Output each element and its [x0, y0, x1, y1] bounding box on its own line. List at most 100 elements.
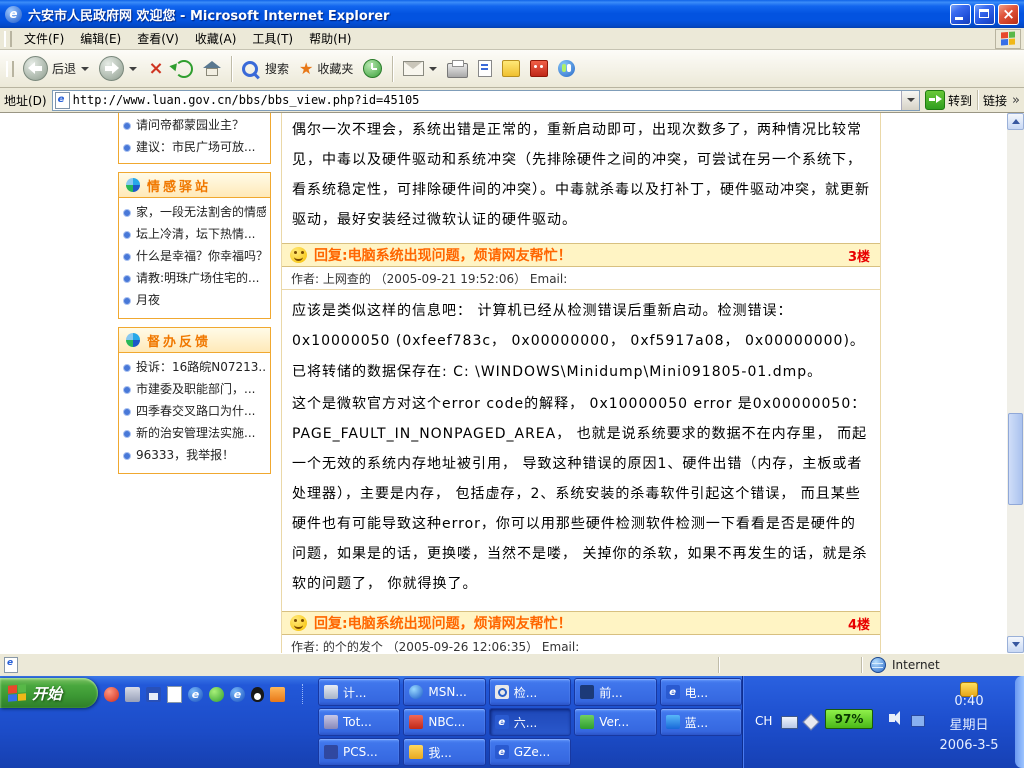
task-button[interactable]: 前...	[574, 678, 656, 706]
mail-dropdown-icon[interactable]	[429, 67, 437, 71]
taskbar: 开始 计... MSN... 检... 前... 电... Tot... NBC…	[0, 676, 1024, 768]
edit-button[interactable]	[473, 54, 497, 84]
sidebar-link[interactable]: 家，一段无法割舍的情感	[123, 201, 266, 223]
battery-indicator[interactable]: 97%	[825, 709, 873, 729]
bullet-icon	[123, 275, 131, 283]
close-button[interactable]	[998, 4, 1019, 25]
print-button[interactable]	[442, 54, 473, 84]
favorites-button[interactable]: 收藏夹	[294, 54, 358, 84]
ime-icon[interactable]	[803, 714, 820, 731]
maximize-button[interactable]	[974, 4, 995, 25]
orange-app-icon[interactable]	[270, 687, 285, 702]
scroll-down-button[interactable]	[1007, 636, 1024, 653]
task-window-icon	[580, 685, 594, 699]
task-button[interactable]: GZe...	[489, 738, 571, 766]
vertical-scrollbar[interactable]	[1007, 113, 1024, 653]
keyboard-icon[interactable]	[781, 716, 798, 729]
minimize-button[interactable]	[950, 4, 971, 25]
mail-button[interactable]	[398, 54, 442, 84]
sidebar-link[interactable]: 什么是幸福？你幸福吗？	[123, 245, 266, 267]
menu-view[interactable]: 查看(V)	[129, 28, 187, 49]
messenger-button[interactable]	[553, 54, 580, 84]
back-dropdown-icon[interactable]	[81, 67, 89, 71]
app-shortcut-icon[interactable]	[125, 687, 140, 702]
volume-icon[interactable]	[889, 714, 895, 722]
toolbar-separator	[231, 56, 232, 82]
menu-help[interactable]: 帮助(H)	[301, 28, 359, 49]
address-input[interactable]	[73, 92, 901, 109]
sidebar-link[interactable]: 新的治安管理法实施...	[123, 422, 266, 444]
menu-tools[interactable]: 工具(T)	[244, 28, 301, 49]
sidebar-link-label: 请问帝都蒙园业主？	[136, 114, 244, 136]
sidebar-link[interactable]: 坛上冷清，坛下热情...	[123, 223, 266, 245]
green-orb-icon[interactable]	[209, 687, 224, 702]
history-button[interactable]	[358, 54, 387, 84]
status-separator	[861, 657, 862, 673]
search-button[interactable]: 搜索	[237, 54, 294, 84]
status-pane	[721, 654, 859, 676]
menu-edit[interactable]: 编辑(E)	[72, 28, 129, 49]
stop-button[interactable]	[142, 54, 170, 84]
media-player-icon[interactable]	[104, 687, 119, 702]
back-button[interactable]: 后退	[18, 54, 94, 84]
sidebar-link[interactable]: 96333，我举报！	[123, 444, 266, 466]
clock[interactable]: 0:40 星期日 2006-3-5	[926, 694, 1012, 753]
menu-file[interactable]: 文件(F)	[16, 28, 72, 49]
forward-dropdown-icon[interactable]	[129, 67, 137, 71]
document-icon[interactable]	[167, 686, 182, 703]
ie-icon[interactable]	[188, 687, 203, 702]
task-button[interactable]: 我...	[403, 738, 485, 766]
task-window-icon	[666, 685, 680, 699]
address-dropdown-button[interactable]	[901, 91, 919, 110]
task-window-icon	[409, 685, 423, 699]
sidebar-list-feedback: 投诉：16路皖N07213... 市建委及职能部门，... 四季春交叉路口为什.…	[118, 353, 271, 474]
sidebar-link-label: 建议：市民广场可放...	[136, 136, 255, 158]
sidebar-link[interactable]: 月夜	[123, 289, 266, 311]
sidebar-link[interactable]: 建议：市民广场可放...	[123, 136, 266, 158]
task-button[interactable]: 计...	[318, 678, 400, 706]
bullet-icon	[123, 231, 131, 239]
triangle-up-icon	[1012, 119, 1020, 124]
bullet-icon	[123, 386, 131, 394]
qq-icon[interactable]	[251, 687, 264, 702]
toolbar-separator	[392, 56, 393, 82]
sidebar-link[interactable]: 市建委及职能部门，...	[123, 378, 266, 400]
task-button[interactable]: 检...	[489, 678, 571, 706]
task-button-active[interactable]: 六...	[489, 708, 571, 736]
sidebar-link[interactable]: 四季春交叉路口为什...	[123, 400, 266, 422]
refresh-button[interactable]	[170, 54, 198, 84]
red-app-button[interactable]	[525, 54, 553, 84]
sidebar-link[interactable]: 请问帝都蒙园业主？	[123, 114, 266, 136]
home-button[interactable]	[198, 54, 226, 84]
task-button[interactable]: MSN...	[403, 678, 485, 706]
my-computer-icon[interactable]	[146, 687, 161, 702]
notes-app-button[interactable]	[497, 54, 525, 84]
network-icon[interactable]	[911, 715, 925, 727]
scroll-up-button[interactable]	[1007, 113, 1024, 130]
links-label: 链接	[983, 92, 1007, 109]
task-button[interactable]: PCS...	[318, 738, 400, 766]
task-button[interactable]: 电...	[660, 678, 742, 706]
pinwheel-icon	[126, 333, 140, 347]
yellow-note-icon	[502, 60, 520, 77]
forward-button[interactable]	[94, 54, 142, 84]
links-menu[interactable]: 链接	[983, 92, 1020, 109]
ie-icon[interactable]	[230, 687, 245, 702]
sidebar-link[interactable]: 请教:明珠广场住宅的...	[123, 267, 266, 289]
go-button[interactable]: 转到	[925, 90, 972, 110]
menu-favorites[interactable]: 收藏(A)	[187, 28, 245, 49]
task-button[interactable]: 蓝...	[660, 708, 742, 736]
start-button[interactable]: 开始	[0, 678, 98, 708]
task-button[interactable]: Tot...	[318, 708, 400, 736]
quick-launch-bar	[104, 682, 285, 706]
section-title: 情感驿站	[147, 176, 211, 195]
floor-badge: 4楼	[848, 614, 870, 633]
input-language-indicator[interactable]: CH	[755, 714, 772, 728]
task-window-icon	[495, 745, 509, 759]
sidebar-link[interactable]: 投诉：16路皖N07213...	[123, 356, 266, 378]
task-button[interactable]: Ver...	[574, 708, 656, 736]
sidebar-link-label: 家，一段无法割舍的情感	[136, 201, 266, 223]
bullet-icon	[123, 144, 131, 152]
scrollbar-thumb[interactable]	[1008, 413, 1023, 505]
task-button[interactable]: NBC...	[403, 708, 485, 736]
